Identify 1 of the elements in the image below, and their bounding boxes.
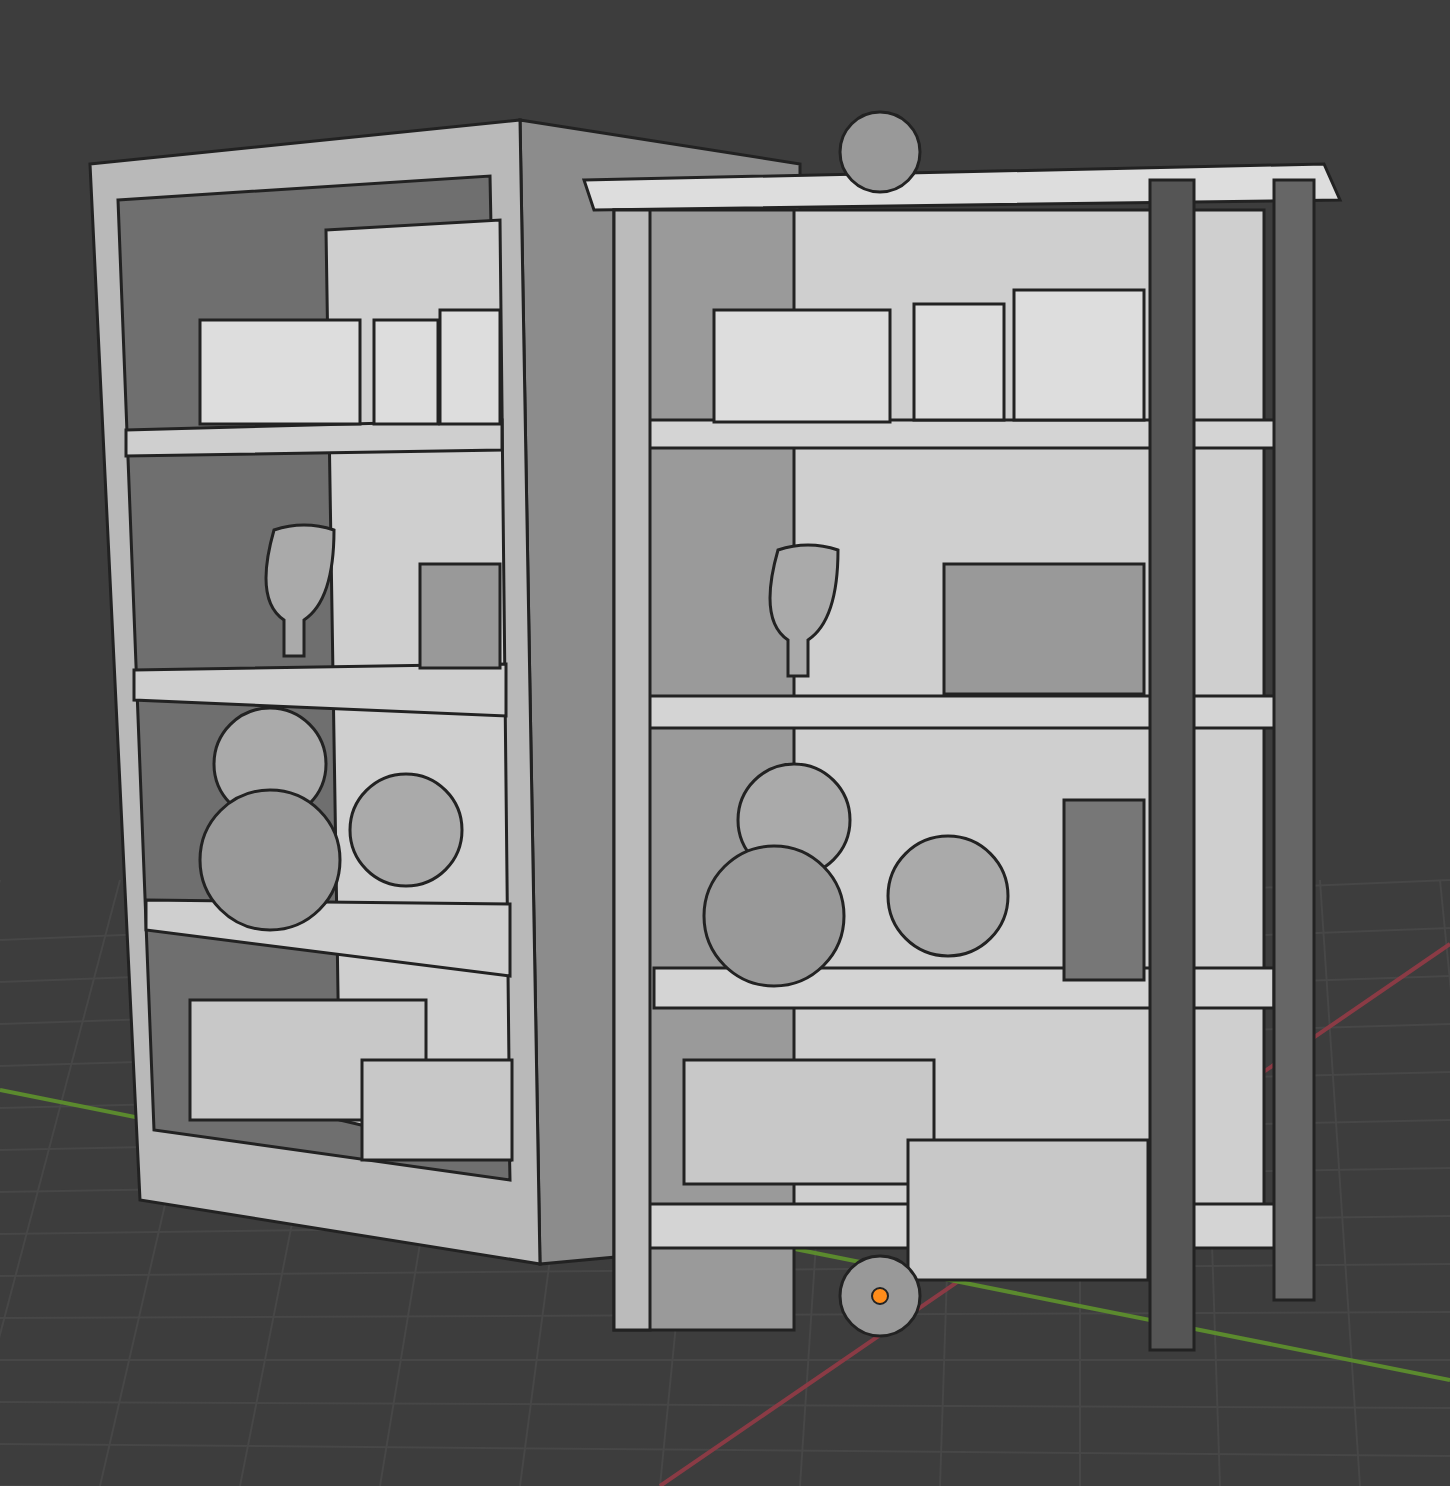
origin-dot-icon <box>871 1287 889 1305</box>
